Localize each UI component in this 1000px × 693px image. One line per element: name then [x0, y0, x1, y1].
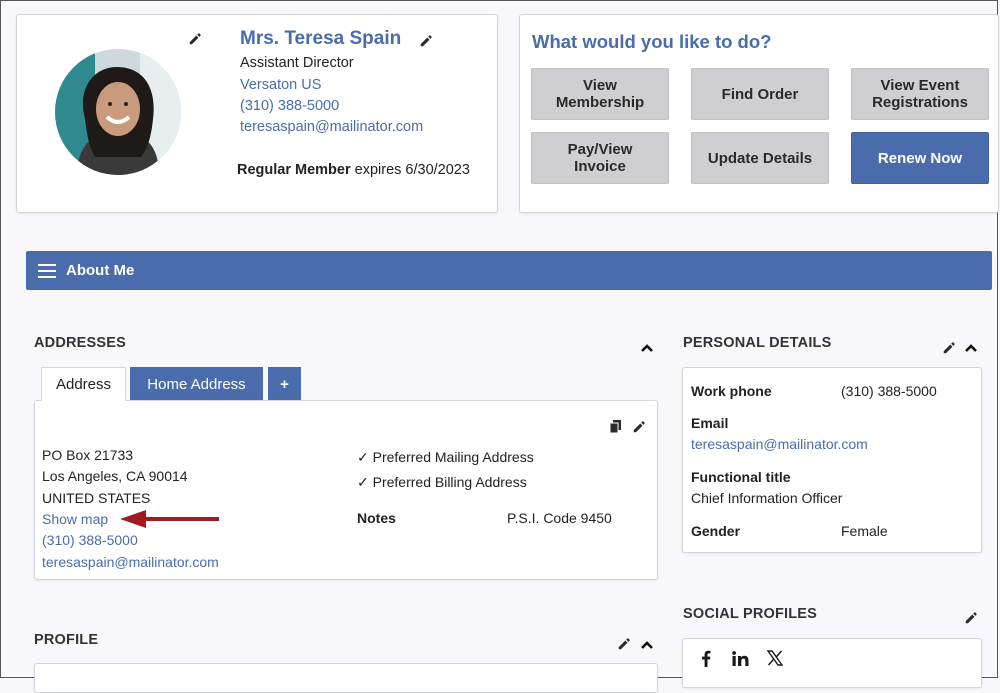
- functional-title-label: Functional title: [691, 469, 791, 485]
- member-phone-link[interactable]: (310) 388-5000: [240, 98, 339, 114]
- add-address-tab-button[interactable]: +: [268, 367, 301, 401]
- collapse-personal-details-chevron-icon[interactable]: [964, 343, 978, 353]
- find-order-button[interactable]: Find Order: [691, 68, 829, 120]
- member-job-title: Assistant Director: [240, 55, 354, 71]
- view-event-registrations-button[interactable]: View Event Registrations: [851, 68, 989, 120]
- address-country: UNITED STATES: [42, 490, 151, 506]
- edit-personal-details-pencil-icon[interactable]: [942, 341, 956, 355]
- member-profile-card: Mrs. Teresa Spain Assistant Director Ver…: [16, 14, 498, 213]
- collapse-profile-chevron-icon[interactable]: [640, 640, 654, 650]
- membership-expiry: expires 6/30/2023: [354, 162, 470, 178]
- renew-now-button[interactable]: Renew Now: [851, 132, 989, 184]
- update-details-button[interactable]: Update Details: [691, 132, 829, 184]
- facebook-icon[interactable]: [701, 650, 711, 667]
- membership-type: Regular Member: [237, 162, 351, 178]
- x-icon[interactable]: [767, 650, 783, 666]
- personal-email-link[interactable]: teresaspain@mailinator.com: [691, 436, 868, 452]
- hamburger-menu-icon[interactable]: [38, 263, 56, 278]
- about-me-bar[interactable]: About Me: [26, 251, 992, 290]
- copy-icon[interactable]: [609, 419, 622, 434]
- pay-view-invoice-button[interactable]: Pay/View Invoice: [531, 132, 669, 184]
- address-detail-card: PO Box 21733 Los Angeles, CA 90014 UNITE…: [34, 400, 658, 580]
- member-company-link[interactable]: Versaton US: [240, 77, 321, 93]
- show-map-link[interactable]: Show map: [42, 511, 108, 527]
- member-email-link[interactable]: teresaspain@mailinator.com: [240, 119, 423, 135]
- gender-label: Gender: [691, 523, 741, 539]
- personal-details-card: Work phone (310) 388-5000 Email teresasp…: [682, 367, 982, 553]
- functional-title-value: Chief Information Officer: [691, 490, 843, 506]
- preferred-mailing-address: ✓ Preferred Mailing Address: [357, 449, 534, 465]
- gender-value: Female: [841, 523, 888, 539]
- annotation-arrow-icon: [120, 510, 219, 528]
- personal-details-heading: PERSONAL DETAILS: [683, 335, 832, 351]
- edit-name-pencil-icon[interactable]: [419, 34, 433, 48]
- addresses-heading: ADDRESSES: [34, 335, 127, 351]
- notes-label: Notes: [357, 510, 396, 526]
- tab-home-address[interactable]: Home Address: [130, 367, 263, 401]
- tab-address[interactable]: Address: [41, 367, 126, 401]
- about-me-label: About Me: [66, 262, 135, 279]
- profile-section-card: [34, 663, 658, 693]
- quick-actions-card: What would you like to do? View Membershi…: [519, 14, 999, 213]
- address-line-2: Los Angeles, CA 90014: [42, 468, 188, 484]
- membership-status: Regular Member expires 6/30/2023: [237, 162, 470, 178]
- profile-heading: PROFILE: [34, 632, 99, 648]
- work-phone-value: (310) 388-5000: [841, 383, 937, 399]
- preferred-billing-address: ✓ Preferred Billing Address: [357, 474, 527, 490]
- email-label: Email: [691, 415, 729, 431]
- address-line-1: PO Box 21733: [42, 447, 134, 463]
- edit-photo-pencil-icon[interactable]: [188, 32, 202, 46]
- edit-social-profiles-pencil-icon[interactable]: [964, 611, 978, 625]
- collapse-addresses-chevron-icon[interactable]: [640, 343, 654, 353]
- notes-value: P.S.I. Code 9450: [507, 510, 612, 526]
- address-phone-link[interactable]: (310) 388-5000: [42, 532, 138, 548]
- view-membership-button[interactable]: View Membership: [531, 68, 669, 120]
- edit-profile-pencil-icon[interactable]: [617, 637, 631, 651]
- member-name: Mrs. Teresa Spain: [240, 28, 402, 49]
- edit-address-pencil-icon[interactable]: [632, 420, 646, 434]
- address-email-link[interactable]: teresaspain@mailinator.com: [42, 554, 219, 570]
- quick-actions-title: What would you like to do?: [532, 31, 772, 52]
- avatar[interactable]: [55, 49, 181, 175]
- social-profiles-heading: SOCIAL PROFILES: [683, 606, 818, 622]
- linkedin-icon[interactable]: [732, 651, 749, 666]
- social-profiles-card: [682, 638, 982, 688]
- work-phone-label: Work phone: [691, 383, 772, 399]
